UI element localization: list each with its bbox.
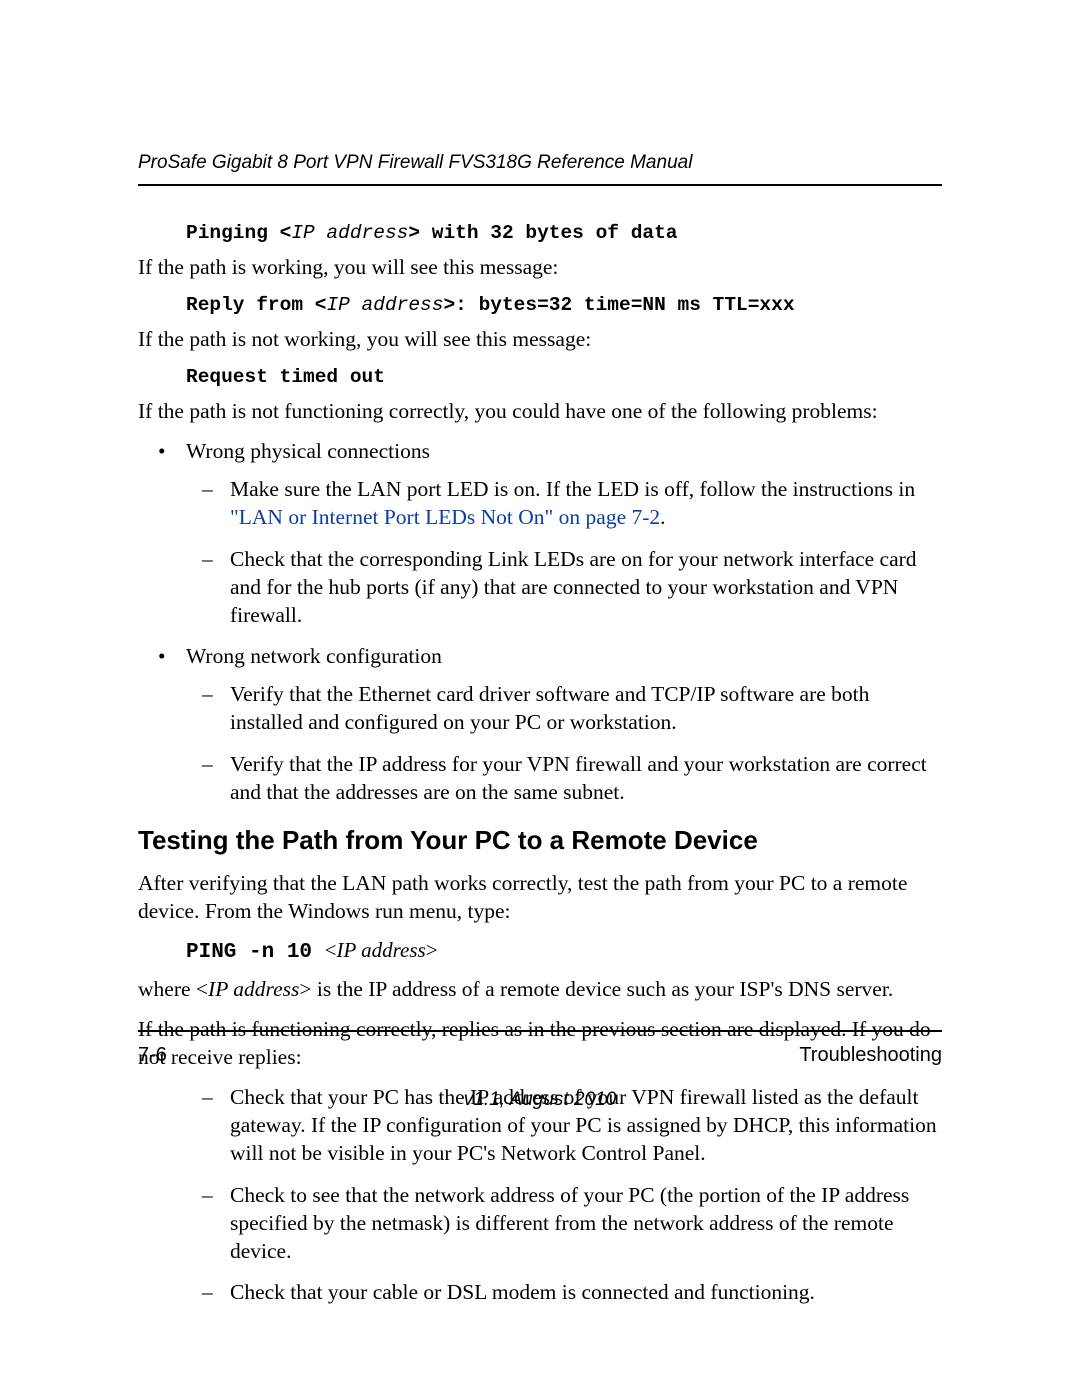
cmd-ip-placeholder: IP address <box>336 938 425 962</box>
dash-text: Make sure the LAN port LED is on. If the… <box>230 477 915 501</box>
code-text: Pinging < <box>186 222 291 244</box>
list-item: Check to see that the network address of… <box>230 1182 942 1266</box>
text: where < <box>138 977 208 1001</box>
para-path-working: If the path is working, you will see thi… <box>138 254 942 282</box>
code-ip-placeholder: IP address <box>326 294 443 316</box>
bullet-text: Wrong physical connections <box>186 439 430 463</box>
header-rule <box>138 184 942 186</box>
sub-list: Make sure the LAN port LED is on. If the… <box>186 476 942 630</box>
section-name: Troubleshooting <box>799 1044 942 1067</box>
list-item: Verify that the Ethernet card driver sof… <box>230 681 942 737</box>
list-item: Wrong physical connections Make sure the… <box>186 438 942 630</box>
text: > is the IP address of a remote device s… <box>299 977 893 1001</box>
cmd-bold: PING -n 10 <box>186 941 325 964</box>
code-text: > with 32 bytes of data <box>408 222 677 244</box>
code-reply: Reply from <IP address>: bytes=32 time=N… <box>138 294 942 316</box>
cmd-text: < <box>325 938 337 962</box>
page-footer: 7-6 Troubleshooting v1.1, August 2010 <box>138 1030 942 1111</box>
problem-list: Wrong physical connections Make sure the… <box>138 438 942 807</box>
code-pinging: Pinging <IP address> with 32 bytes of da… <box>138 222 942 244</box>
page-content: ProSafe Gigabit 8 Port VPN Firewall FVS3… <box>0 0 1080 1307</box>
sub-list: Verify that the Ethernet card driver sof… <box>186 681 942 807</box>
para-after-verify: After verifying that the LAN path works … <box>138 870 942 926</box>
version-text: v1.1, August 2010 <box>138 1089 942 1111</box>
code-ip-placeholder: IP address <box>291 222 408 244</box>
para-not-functioning: If the path is not functioning correctly… <box>138 398 942 426</box>
footer-rule <box>138 1030 942 1032</box>
replies-list: Check that your PC has the IP address of… <box>138 1084 942 1308</box>
list-item: Verify that the IP address for your VPN … <box>230 751 942 807</box>
para-path-not-working: If the path is not working, you will see… <box>138 326 942 354</box>
page-number: 7-6 <box>138 1044 167 1067</box>
cmd-text: > <box>426 938 438 962</box>
list-item: Wrong network configuration Verify that … <box>186 643 942 807</box>
list-item: Check that the corresponding Link LEDs a… <box>230 546 942 630</box>
bullet-text: Wrong network configuration <box>186 644 442 668</box>
code-timeout: Request timed out <box>138 366 942 388</box>
dash-text: . <box>660 505 665 529</box>
ip-placeholder: IP address <box>208 977 299 1001</box>
command-line: PING -n 10 <IP address> <box>138 938 942 964</box>
running-header: ProSafe Gigabit 8 Port VPN Firewall FVS3… <box>138 152 942 174</box>
code-text: Reply from < <box>186 294 326 316</box>
section-heading: Testing the Path from Your PC to a Remot… <box>138 825 942 856</box>
list-item: Make sure the LAN port LED is on. If the… <box>230 476 942 532</box>
code-text: >: bytes=32 time=NN ms TTL=xxx <box>443 294 794 316</box>
list-item: Check that your cable or DSL modem is co… <box>230 1279 942 1307</box>
para-where: where <IP address> is the IP address of … <box>138 976 942 1004</box>
link-lan-leds[interactable]: "LAN or Internet Port LEDs Not On" on pa… <box>230 505 660 529</box>
footer-row: 7-6 Troubleshooting <box>138 1044 942 1067</box>
